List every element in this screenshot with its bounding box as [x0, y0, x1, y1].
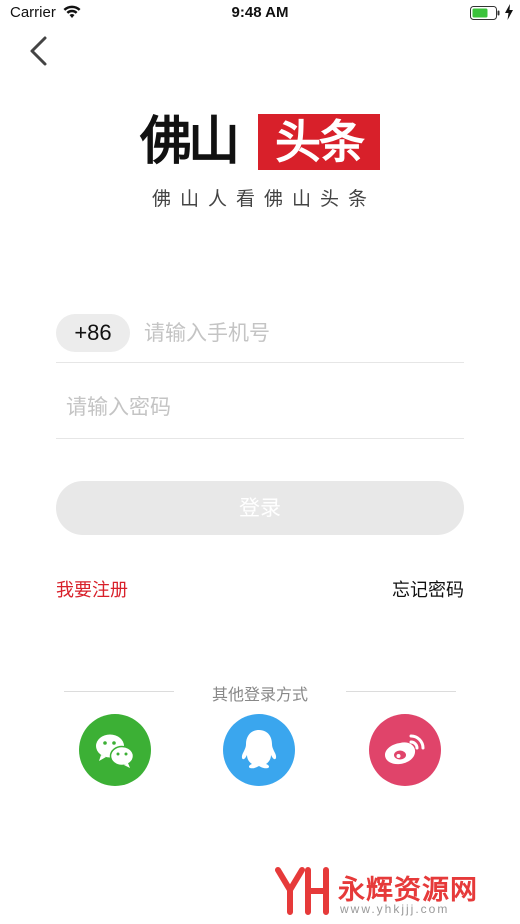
chevron-left-icon	[30, 36, 47, 66]
app-logo: 佛山 头条	[140, 112, 382, 172]
weibo-login-button[interactable]	[369, 714, 441, 786]
wechat-icon	[96, 734, 135, 768]
other-login-label: 其他登录方式	[211, 685, 308, 704]
logo-text-black: 佛山	[140, 112, 240, 172]
phone-input[interactable]	[144, 314, 464, 352]
wechat-login-button[interactable]	[79, 714, 151, 786]
logo-text-red: 头条	[258, 114, 380, 170]
qq-icon	[241, 730, 277, 769]
forgot-password-link[interactable]: 忘记密码	[392, 576, 464, 602]
back-button[interactable]	[22, 32, 56, 70]
register-link[interactable]: 我要注册	[56, 576, 128, 602]
divider	[56, 438, 464, 439]
qq-login-button[interactable]	[223, 714, 295, 786]
watermark-url: www.yhkjjj.com	[340, 902, 450, 916]
status-bar: Carrier 9:48 AM	[0, 0, 520, 28]
divider	[346, 691, 456, 692]
country-code-selector[interactable]: +86	[56, 314, 130, 352]
weibo-icon	[385, 734, 425, 765]
watermark-logo-icon	[275, 867, 329, 915]
charging-bolt-icon	[505, 4, 513, 20]
divider	[56, 362, 464, 363]
password-input[interactable]	[66, 388, 464, 426]
login-button[interactable]: 登录	[56, 481, 464, 535]
clock: 9:48 AM	[231, 4, 289, 21]
battery-icon	[470, 6, 500, 20]
tagline: 佛山人看佛山头条	[151, 188, 376, 210]
